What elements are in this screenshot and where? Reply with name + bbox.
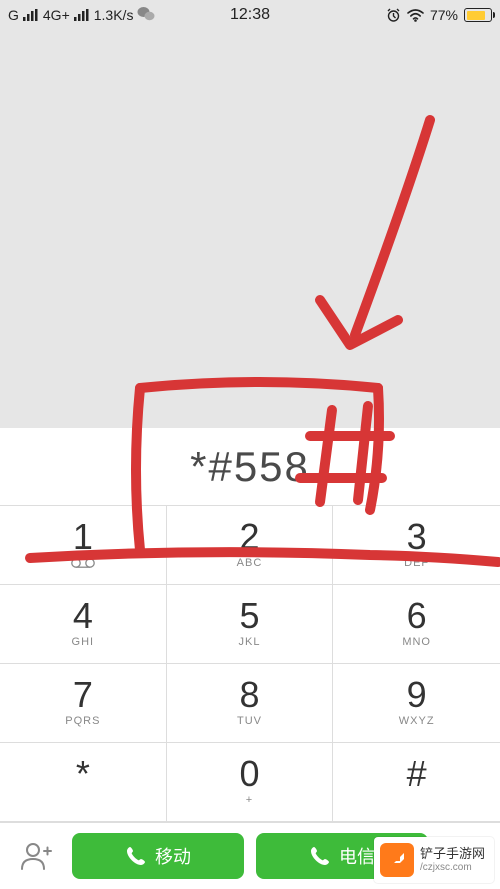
key-star[interactable]: * [0, 743, 167, 822]
watermark-logo-icon [380, 843, 414, 877]
key-letters-label: TUV [237, 715, 262, 729]
key-8[interactable]: 8 TUV [167, 664, 334, 743]
key-digit-label: 6 [407, 598, 427, 634]
key-letters-label: ABC [237, 557, 263, 571]
key-letters-label: WXYZ [399, 715, 435, 729]
key-1[interactable]: 1 [0, 506, 167, 585]
dialed-number-text: *#558 [190, 443, 310, 491]
key-4[interactable]: 4 GHI [0, 585, 167, 664]
watermark-title: 铲子手游网 [420, 846, 485, 862]
status-bar: G 4G+ 1.3K/s 12:38 77% [0, 0, 500, 30]
key-digit-label: 3 [407, 519, 427, 555]
key-6[interactable]: 6 MNO [333, 585, 500, 664]
key-letters-label: DEF [404, 557, 429, 571]
key-letters-label: JKL [239, 636, 261, 650]
key-digit-label: 1 [73, 519, 93, 555]
key-digit-label: 8 [239, 677, 259, 713]
key-letters-label: PQRS [65, 715, 100, 729]
dial-pad: 12ABC3DEF4GHI5JKL6MNO7PQRS8TUV9WXYZ*0+# [0, 506, 500, 822]
key-digit-label: 9 [407, 677, 427, 713]
key-0[interactable]: 0+ [167, 743, 334, 822]
call-sim2-label: 电信 [339, 843, 375, 869]
call-sim1-label: 移动 [155, 843, 191, 869]
phone-icon [309, 845, 331, 867]
key-7[interactable]: 7 PQRS [0, 664, 167, 743]
key-digit-label: 0 [239, 756, 259, 792]
voicemail-icon [71, 557, 95, 569]
key-letters-label [71, 557, 95, 571]
watermark-text: 铲子手游网 /czjxsc.com [420, 846, 485, 874]
key-2[interactable]: 2 ABC [167, 506, 334, 585]
key-digit-label: 7 [73, 677, 93, 713]
add-contact-icon [20, 841, 52, 871]
battery-icon [464, 8, 492, 22]
phone-icon [125, 845, 147, 867]
key-3[interactable]: 3 DEF [333, 506, 500, 585]
status-time: 12:38 [0, 6, 500, 24]
dialed-number-display[interactable]: *#558 [0, 428, 500, 506]
key-digit-label: 4 [73, 598, 93, 634]
key-hash[interactable]: # [333, 743, 500, 822]
key-letters-label: + [246, 794, 253, 808]
add-contact-button[interactable] [12, 832, 60, 880]
call-sim1-button[interactable]: 移动 [72, 833, 244, 879]
key-digit-label: 5 [239, 598, 259, 634]
key-5[interactable]: 5 JKL [167, 585, 334, 664]
key-9[interactable]: 9 WXYZ [333, 664, 500, 743]
key-digit-label: 2 [239, 519, 259, 555]
watermark-url: /czjxsc.com [420, 862, 485, 874]
key-digit-label: # [407, 756, 427, 792]
key-digit-label: * [76, 756, 90, 792]
key-letters-label: GHI [72, 636, 95, 650]
watermark-badge: 铲子手游网 /czjxsc.com [374, 837, 494, 883]
key-letters-label: MNO [402, 636, 431, 650]
dialer-top-blank-area [0, 30, 500, 428]
